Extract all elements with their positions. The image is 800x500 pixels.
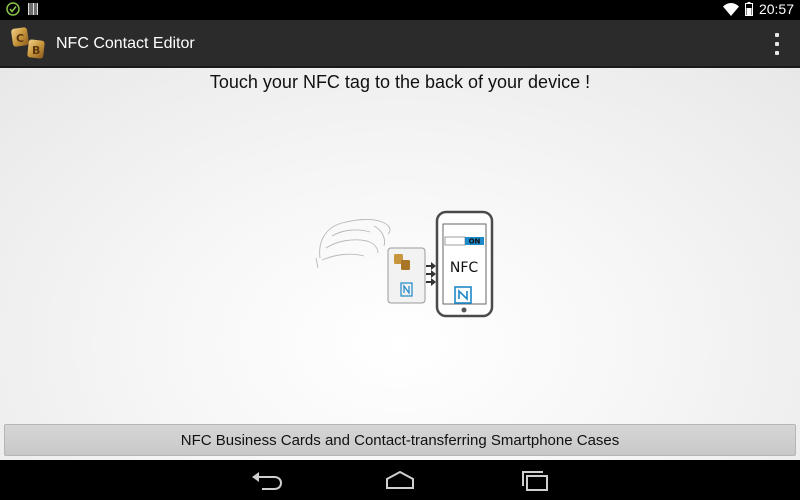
check-circle-icon [6, 2, 20, 16]
back-icon[interactable] [248, 468, 284, 492]
overflow-menu-icon[interactable] [772, 33, 782, 55]
svg-text:B: B [32, 44, 40, 57]
recent-apps-icon[interactable] [517, 468, 553, 492]
status-system: 20:57 [722, 1, 794, 17]
navigation-bar [0, 460, 800, 500]
app-title: NFC Contact Editor [56, 35, 195, 52]
phone-nfc-label: NFC [450, 260, 479, 276]
phone-toggle-label: ON [469, 238, 481, 246]
status-notifications [6, 2, 38, 16]
action-bar: C B NFC Contact Editor [0, 20, 800, 68]
main-content: Touch your NFC tag to the back of your d… [0, 68, 800, 460]
app-logo-icon[interactable]: C B [10, 26, 48, 62]
status-time: 20:57 [758, 1, 794, 17]
signal-arrows-icon [426, 262, 436, 286]
battery-icon [744, 2, 753, 16]
instruction-text: Touch your NFC tag to the back of your d… [209, 72, 591, 92]
status-bar: 20:57 [0, 0, 800, 20]
svg-text:C: C [16, 32, 24, 45]
hand-sketch-icon [315, 219, 391, 269]
nfc-tap-illustration: ON NFC [315, 210, 494, 318]
home-icon[interactable] [382, 468, 418, 492]
wifi-icon [722, 2, 739, 16]
promo-link-button[interactable]: NFC Business Cards and Contact-transferr… [4, 424, 796, 456]
barcode-icon [28, 3, 38, 15]
nfc-card-icon [387, 247, 426, 304]
